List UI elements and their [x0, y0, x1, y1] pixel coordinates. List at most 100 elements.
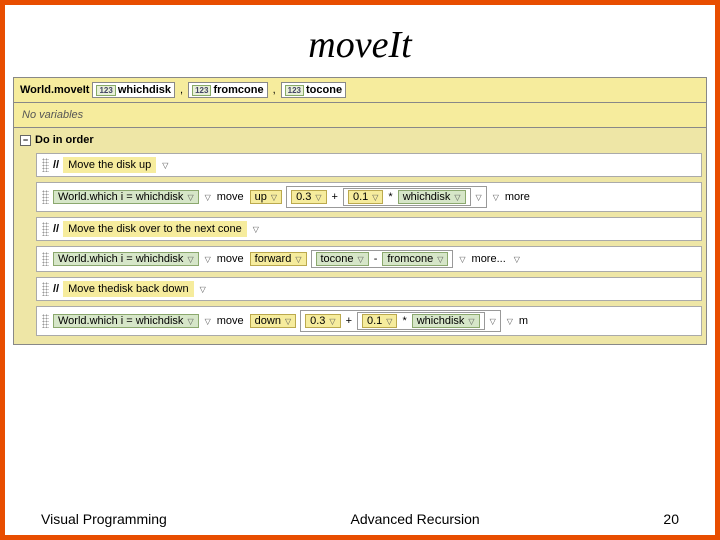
subject-tile[interactable]: World.which i = whichdisk ▽ — [53, 252, 199, 266]
chevron-down-icon[interactable]: ▽ — [474, 193, 482, 202]
move-keyword: move — [215, 315, 246, 327]
chevron-down-icon[interactable]: ▽ — [269, 193, 277, 202]
chevron-down-icon[interactable]: ▽ — [452, 193, 460, 202]
direction-text: up — [255, 191, 267, 203]
variable-tile[interactable]: whichdisk ▽ — [412, 314, 480, 328]
distance-expression[interactable]: tocone ▽ - fromcone ▽ — [311, 250, 454, 268]
variable-tile[interactable]: whichdisk ▽ — [398, 190, 466, 204]
more-label[interactable]: m — [517, 315, 530, 327]
chevron-down-icon[interactable]: ▽ — [457, 255, 465, 264]
subject-tile[interactable]: World.which i = whichdisk ▽ — [53, 314, 199, 328]
move-keyword: move — [215, 191, 246, 203]
more-label[interactable]: more — [503, 191, 532, 203]
chevron-down-icon[interactable]: ▽ — [203, 193, 211, 202]
chevron-down-icon[interactable]: ▽ — [185, 255, 193, 264]
chevron-down-icon[interactable]: ▽ — [185, 317, 193, 326]
inner-expression[interactable]: 0.1 ▽ * whichdisk ▽ — [357, 312, 485, 330]
plus-operator: + — [330, 191, 340, 203]
comment-slash: // — [53, 283, 59, 295]
chevron-down-icon[interactable]: ▽ — [313, 193, 321, 202]
chevron-down-icon[interactable]: ▽ — [203, 317, 211, 326]
number-tile[interactable]: 0.1 ▽ — [348, 190, 383, 204]
comment-text[interactable]: Move the disk up — [63, 157, 156, 173]
chevron-down-icon[interactable]: ▽ — [370, 193, 378, 202]
param-fromcone[interactable]: 123 fromcone — [188, 82, 267, 98]
number-type-icon: 123 — [96, 85, 115, 96]
direction-text: down — [255, 315, 281, 327]
number-tile[interactable]: 0.1 ▽ — [362, 314, 397, 328]
drag-grip-icon[interactable] — [42, 158, 49, 172]
no-variables-row: No variables — [13, 103, 707, 128]
comment-row[interactable]: // Move the disk up ▽ — [36, 153, 702, 177]
do-in-order-header[interactable]: − Do in order — [18, 132, 702, 148]
variable-text: whichdisk — [417, 315, 465, 327]
chevron-down-icon[interactable]: ▽ — [505, 317, 513, 326]
chevron-down-icon[interactable]: ▽ — [185, 193, 193, 202]
subject-tile[interactable]: World.which i = whichdisk ▽ — [53, 190, 199, 204]
comment-text[interactable]: Move thedisk back down — [63, 281, 193, 297]
footer-page-number: 20 — [663, 511, 679, 527]
chevron-down-icon[interactable]: ▽ — [466, 317, 474, 326]
variable-tile[interactable]: tocone ▽ — [316, 252, 369, 266]
slide-footer: Visual Programming Advanced Recursion 20 — [5, 511, 715, 527]
chevron-down-icon[interactable]: ▽ — [435, 255, 443, 264]
method-signature-row: World.moveIt 123 whichdisk , 123 fromcon… — [13, 77, 707, 103]
star-operator: * — [386, 191, 394, 203]
drag-grip-icon[interactable] — [42, 282, 49, 296]
move-up-statement[interactable]: World.which i = whichdisk ▽ ▽ move up ▽ … — [36, 182, 702, 212]
slide-frame: moveIt World.moveIt 123 whichdisk , 123 … — [0, 0, 720, 540]
chevron-down-icon[interactable]: ▽ — [356, 255, 364, 264]
drag-grip-icon[interactable] — [42, 314, 49, 328]
do-in-order-block[interactable]: − Do in order // Move the disk up ▽ Worl… — [13, 128, 707, 345]
number-tile[interactable]: 0.3 ▽ — [291, 190, 326, 204]
comment-row[interactable]: // Move the disk over to the next cone ▽ — [36, 217, 702, 241]
chevron-down-icon[interactable]: ▽ — [160, 161, 168, 170]
more-label[interactable]: more... — [470, 253, 508, 265]
direction-text: forward — [255, 253, 292, 265]
do-in-order-label: Do in order — [35, 134, 94, 146]
param-label: fromcone — [213, 84, 263, 96]
param-label: tocone — [306, 84, 342, 96]
number-text: 0.1 — [353, 191, 368, 203]
drag-grip-icon[interactable] — [42, 222, 49, 236]
variable-tile[interactable]: fromcone ▽ — [382, 252, 448, 266]
chevron-down-icon[interactable]: ▽ — [203, 255, 211, 264]
move-keyword: move — [215, 253, 246, 265]
direction-tile[interactable]: forward ▽ — [250, 252, 307, 266]
chevron-down-icon[interactable]: ▽ — [251, 225, 259, 234]
minus-operator: - — [372, 253, 380, 265]
number-text: 0.1 — [367, 315, 382, 327]
distance-expression[interactable]: 0.3 ▽ + 0.1 ▽ * whichdisk ▽ — [286, 186, 487, 208]
footer-center: Advanced Recursion — [167, 511, 664, 527]
number-tile[interactable]: 0.3 ▽ — [305, 314, 340, 328]
chevron-down-icon[interactable]: ▽ — [384, 317, 392, 326]
comment-text[interactable]: Move the disk over to the next cone — [63, 221, 247, 237]
collapse-icon[interactable]: − — [20, 135, 31, 146]
move-down-statement[interactable]: World.which i = whichdisk ▽ ▽ move down … — [36, 306, 702, 336]
number-text: 0.3 — [310, 315, 325, 327]
plus-operator: + — [344, 315, 354, 327]
comma: , — [178, 84, 185, 96]
drag-grip-icon[interactable] — [42, 252, 49, 266]
chevron-down-icon[interactable]: ▽ — [327, 317, 335, 326]
method-owner: World.moveIt — [20, 84, 89, 96]
number-type-icon: 123 — [192, 85, 211, 96]
param-whichdisk[interactable]: 123 whichdisk — [92, 82, 175, 98]
subject-text: World.which i = whichdisk — [58, 315, 183, 327]
direction-tile[interactable]: down ▽ — [250, 314, 296, 328]
chevron-down-icon[interactable]: ▽ — [283, 317, 291, 326]
chevron-down-icon[interactable]: ▽ — [512, 255, 520, 264]
chevron-down-icon[interactable]: ▽ — [491, 193, 499, 202]
move-forward-statement[interactable]: World.which i = whichdisk ▽ ▽ move forwa… — [36, 246, 702, 272]
chevron-down-icon[interactable]: ▽ — [198, 285, 206, 294]
comma: , — [271, 84, 278, 96]
code-editor: World.moveIt 123 whichdisk , 123 fromcon… — [13, 77, 707, 345]
direction-tile[interactable]: up ▽ — [250, 190, 282, 204]
inner-expression[interactable]: 0.1 ▽ * whichdisk ▽ — [343, 188, 471, 206]
chevron-down-icon[interactable]: ▽ — [488, 317, 496, 326]
drag-grip-icon[interactable] — [42, 190, 49, 204]
chevron-down-icon[interactable]: ▽ — [293, 255, 301, 264]
comment-row[interactable]: // Move thedisk back down ▽ — [36, 277, 702, 301]
param-tocone[interactable]: 123 tocone — [281, 82, 346, 98]
distance-expression[interactable]: 0.3 ▽ + 0.1 ▽ * whichdisk ▽ — [300, 310, 501, 332]
